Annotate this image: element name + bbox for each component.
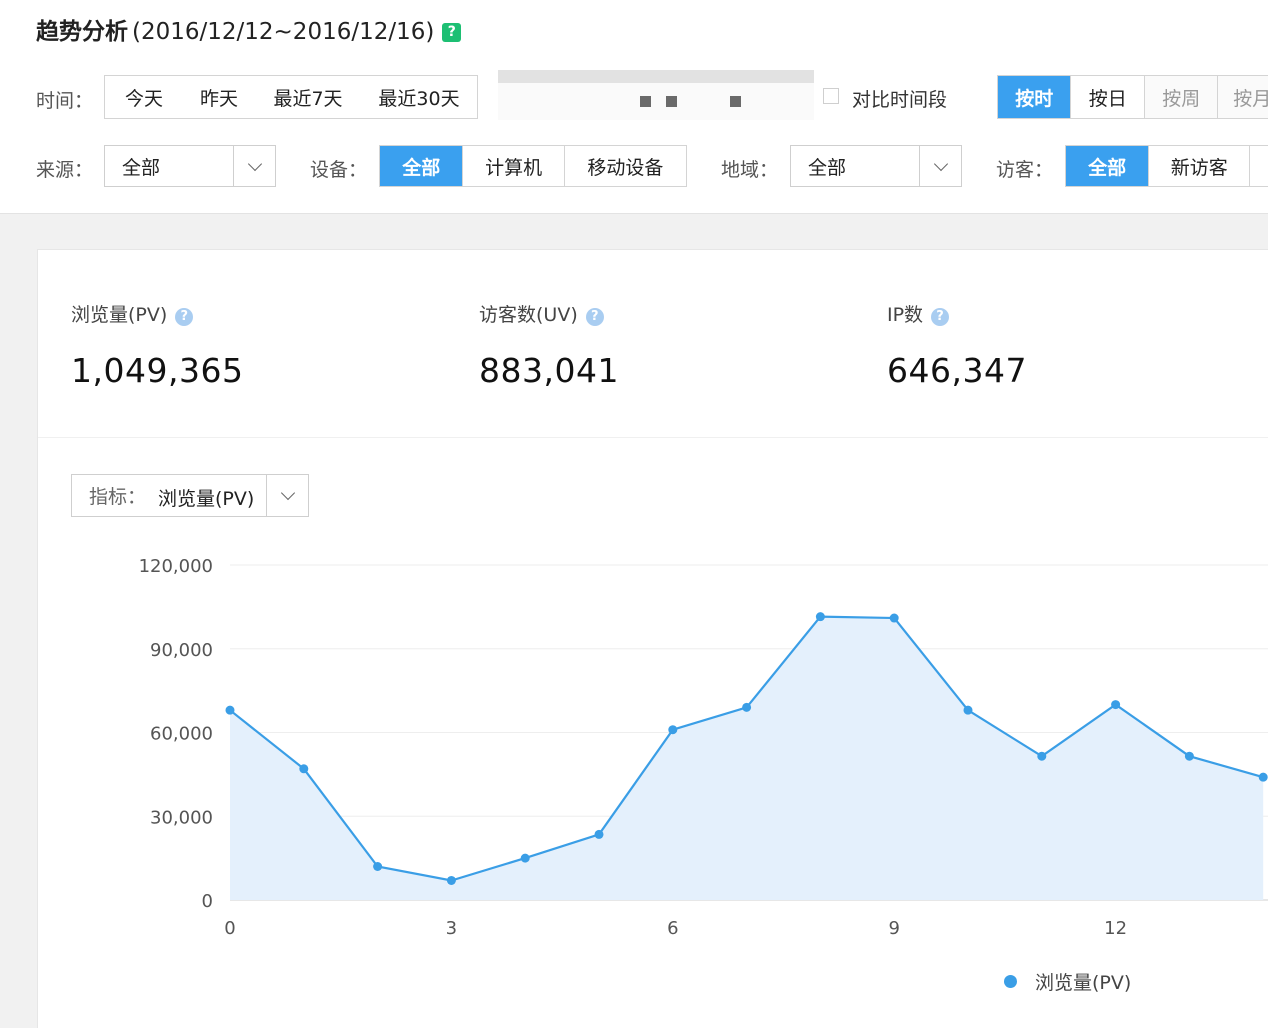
data-point[interactable] [1111,700,1121,710]
trend-chart: 0 30,000 60,000 90,000 120,000 0 3 6 9 12 [139,556,1268,939]
x-tick-label: 3 [446,918,457,939]
legend-marker [1004,975,1017,988]
series-area [230,616,1264,900]
y-tick-label: 60,000 [150,724,213,745]
data-point[interactable] [594,829,604,839]
data-point[interactable] [520,853,530,863]
data-point[interactable] [963,705,973,715]
legend-label: 浏览量(PV) [1035,972,1132,994]
x-tick-label: 9 [888,918,899,939]
y-tick-label: 30,000 [150,807,213,828]
data-point[interactable] [446,875,456,885]
data-point[interactable] [742,702,752,712]
data-point[interactable] [815,612,825,622]
data-point[interactable] [1184,751,1194,761]
data-point[interactable] [299,764,309,774]
chart-legend[interactable]: 浏览量(PV) [1004,968,1131,995]
data-point[interactable] [373,862,383,871]
y-tick-label: 90,000 [150,640,213,661]
y-tick-label: 120,000 [139,556,213,577]
data-point[interactable] [1258,772,1268,782]
data-point[interactable] [225,705,235,715]
data-point[interactable] [889,613,899,623]
x-tick-label: 6 [667,918,678,939]
x-tick-label: 12 [1104,918,1127,939]
x-tick-label: 0 [224,918,235,939]
data-point[interactable] [1037,751,1047,761]
data-point[interactable] [668,725,678,735]
y-tick-label: 0 [202,891,213,912]
